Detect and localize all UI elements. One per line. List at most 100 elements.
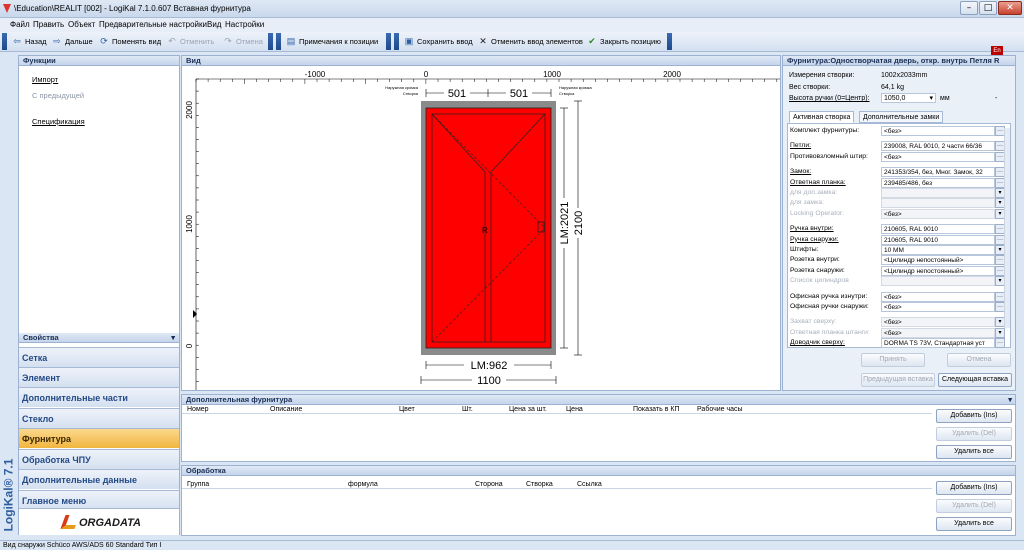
- hardware-row-value[interactable]: 239008, RAL 9010, 2 части 66/36: [881, 141, 995, 152]
- nav-additional-parts[interactable]: Дополнительные части: [19, 387, 179, 407]
- hardware-row[interactable]: Розетка внутри: <Цилиндр непостоянный> ···: [788, 255, 1006, 266]
- hardware-row-value[interactable]: DORMA TS 73V, Стандартная уст: [881, 338, 995, 349]
- hardware-row[interactable]: Замок: 241353/354, без, Мног. Замок, 32 ··…: [788, 167, 1006, 178]
- handle-height-input[interactable]: 1050,0 ▾: [881, 93, 936, 103]
- dropdown-arrow-icon[interactable]: ▾: [1008, 395, 1012, 405]
- hardware-row[interactable]: Офисная ручки снаружи: <без> ···: [788, 302, 1006, 312]
- hardware-row[interactable]: Ручка внутри: 210605, RAL 9010 ···: [788, 224, 1006, 235]
- hardware-row[interactable]: для замка: ▾: [788, 198, 1006, 209]
- col-reference[interactable]: Ссылка: [577, 481, 602, 488]
- col-side[interactable]: Сторона: [475, 481, 503, 488]
- hardware-row-value[interactable]: 239485/486, без: [881, 177, 995, 188]
- ellipsis-button[interactable]: ···: [995, 338, 1005, 349]
- nav-main-menu[interactable]: Главное меню: [19, 490, 179, 510]
- delete-processing-button[interactable]: Удалить (Del): [936, 499, 1012, 513]
- hardware-row-value[interactable]: <без>: [881, 126, 995, 136]
- close-button[interactable]: ✕: [998, 1, 1022, 15]
- menu-preferences[interactable]: Предварительные настройки: [99, 20, 207, 29]
- nav-cnc-processing[interactable]: Обработка ЧПУ: [19, 449, 179, 469]
- delete-hardware-button[interactable]: Удалить (Del): [936, 427, 1012, 441]
- apply-button[interactable]: Принять: [861, 353, 925, 367]
- hardware-row[interactable]: Ручка снаружи: 210605, RAL 9010 ···: [788, 234, 1006, 245]
- nav-glass[interactable]: Стекло: [19, 408, 179, 428]
- col-work-hours[interactable]: Рабочие часы: [697, 406, 743, 413]
- specification-link[interactable]: Спецификация: [32, 117, 85, 126]
- hardware-row[interactable]: Ответная планка штанги: <без> ▾: [788, 327, 1006, 338]
- grid-scrollbar[interactable]: [1004, 128, 1010, 328]
- tab-active-sash[interactable]: Активная створка: [789, 111, 855, 123]
- hardware-row-value[interactable]: 210605, RAL 9010: [881, 224, 995, 235]
- hardware-row[interactable]: Розетка снаружи: <Цилиндр непостоянный> ··…: [788, 265, 1006, 276]
- hardware-row-value[interactable]: <без>: [881, 317, 995, 328]
- col-formula[interactable]: формула: [348, 481, 378, 488]
- menu-object[interactable]: Объект: [68, 20, 95, 29]
- hardware-row[interactable]: Штифты: 10 MM ▾: [788, 245, 1006, 255]
- hardware-row-value[interactable]: [881, 188, 995, 198]
- tab-additional-locks[interactable]: Дополнительные замки: [859, 111, 944, 123]
- back-button[interactable]: ⇦ Назад: [12, 36, 46, 46]
- hardware-row[interactable]: Список цилиндров ▾: [788, 276, 1006, 287]
- undo-button[interactable]: ↶ Отменить: [167, 36, 214, 46]
- hardware-row-value[interactable]: <Цилиндр непостоянный>: [881, 255, 995, 266]
- nav-additional-data[interactable]: Дополнительные данные: [19, 469, 179, 489]
- hardware-row[interactable]: Противовзломный штир: <без> ···: [788, 151, 1006, 162]
- col-group[interactable]: Группа: [187, 481, 209, 488]
- hardware-row-value[interactable]: [881, 276, 995, 287]
- hardware-row[interactable]: Петли: 239008, RAL 9010, 2 части 66/36 ···: [788, 141, 1006, 152]
- hardware-row[interactable]: Доводчик сверху: DORMA TS 73V, Стандартна…: [788, 338, 1006, 349]
- close-position-button[interactable]: ✔ Закрыть позицию: [587, 36, 661, 46]
- add-processing-button[interactable]: Добавить (Ins): [936, 481, 1012, 495]
- save-input-button[interactable]: ▣ Сохранить ввод: [404, 36, 473, 46]
- ellipsis-button[interactable]: ▾: [995, 327, 1005, 338]
- from-previous-link[interactable]: С предыдущей: [32, 91, 84, 100]
- minimize-button[interactable]: –: [960, 1, 978, 15]
- col-color[interactable]: Цвет: [399, 406, 415, 413]
- col-show-in-offer[interactable]: Показать в КП: [633, 406, 679, 413]
- hardware-row[interactable]: Ответная планка: 239485/486, без ···: [788, 177, 1006, 188]
- hardware-row-value[interactable]: <без>: [881, 327, 995, 338]
- nav-hardware[interactable]: Фурнитура: [19, 428, 179, 448]
- hardware-row[interactable]: для доп.замка: ▾: [788, 188, 1006, 198]
- hardware-row-value[interactable]: [881, 198, 995, 209]
- col-price[interactable]: Цена: [566, 406, 583, 413]
- hardware-row-value[interactable]: <без>: [881, 291, 995, 302]
- col-unit-price[interactable]: Цена за шт.: [509, 406, 547, 413]
- hardware-row[interactable]: Locking Operator: <без> ▾: [788, 208, 1006, 219]
- col-qty[interactable]: Шт.: [462, 406, 473, 413]
- door-sash[interactable]: [425, 107, 552, 349]
- redo-button[interactable]: ↷ Отмена: [223, 36, 263, 46]
- hardware-row-value[interactable]: 210605, RAL 9010: [881, 234, 995, 245]
- hardware-row[interactable]: Офисная ручка изнутри: <без> ···: [788, 291, 1006, 302]
- nav-grid[interactable]: Сетка: [19, 347, 179, 367]
- next-insert-button[interactable]: Следующая вставка: [938, 373, 1012, 387]
- previous-insert-button[interactable]: Предыдущая вставка: [861, 373, 935, 387]
- delete-all-processing-button[interactable]: Удалить все: [936, 517, 1012, 531]
- delete-all-hardware-button[interactable]: Удалить все: [936, 445, 1012, 459]
- col-description[interactable]: Описание: [270, 406, 302, 413]
- col-sash[interactable]: Створка: [526, 481, 553, 488]
- hardware-row-value[interactable]: 241353/354, без, Мног. Замок, 32: [881, 167, 995, 178]
- properties-header[interactable]: Свойства ▾: [19, 333, 179, 343]
- hardware-row-value[interactable]: <без>: [881, 302, 995, 312]
- hardware-row-value[interactable]: <без>: [881, 208, 995, 219]
- cancel-input-button[interactable]: ✕ Отменить ввод элементов: [478, 36, 583, 46]
- menu-file[interactable]: Файл: [10, 20, 30, 29]
- menu-settings[interactable]: Настройки: [225, 20, 264, 29]
- col-number[interactable]: Номер: [187, 406, 209, 413]
- maximize-button[interactable]: □: [979, 1, 997, 15]
- change-view-button[interactable]: ⟳ Поменять вид: [99, 36, 161, 46]
- hardware-row-value[interactable]: <Цилиндр непостоянный>: [881, 265, 995, 276]
- nav-element[interactable]: Элемент: [19, 367, 179, 387]
- cancel-button[interactable]: Отмена: [947, 353, 1011, 367]
- add-hardware-button[interactable]: Добавить (Ins): [936, 409, 1012, 423]
- forward-button[interactable]: ⇨ Дальше: [52, 36, 93, 46]
- menu-view[interactable]: Вид: [207, 20, 221, 29]
- drawing-canvas[interactable]: -1000 0 1000 2000 2000 1000 0 R 501 501 …: [182, 66, 780, 390]
- hardware-row[interactable]: Комплект фурнитуры: <без> ···: [788, 126, 1006, 136]
- hardware-row-value[interactable]: 10 MM: [881, 245, 995, 255]
- position-notes-button[interactable]: ▤ Примечания к позиции: [286, 36, 378, 46]
- hardware-row[interactable]: Захват сверху: <без> ▾: [788, 317, 1006, 328]
- import-link[interactable]: Импорт: [32, 75, 58, 84]
- hardware-row-value[interactable]: <без>: [881, 151, 995, 162]
- menu-edit[interactable]: Править: [33, 20, 64, 29]
